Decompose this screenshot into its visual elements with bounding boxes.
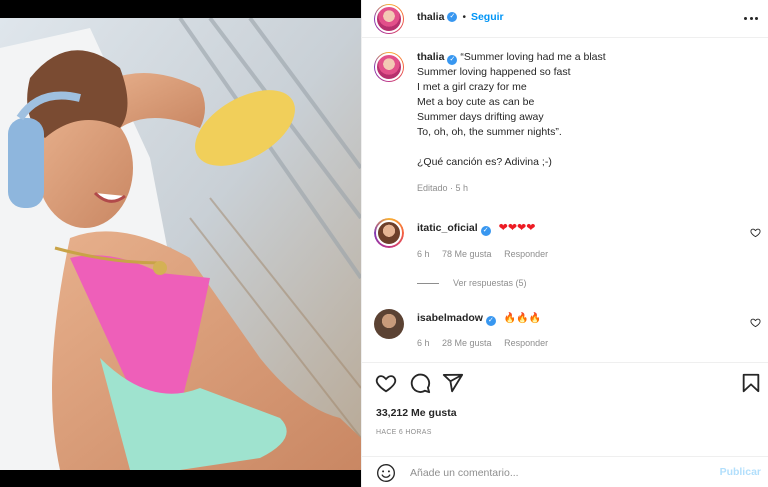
reply-button[interactable]: Responder bbox=[504, 338, 548, 348]
avatar[interactable] bbox=[374, 218, 404, 248]
comment-likes-count[interactable]: 28 Me gusta bbox=[442, 338, 492, 348]
comment-username[interactable]: isabelmadow bbox=[417, 312, 483, 324]
caption-line-4: Met a boy cute as can be bbox=[417, 96, 535, 108]
divider bbox=[362, 362, 768, 363]
post-likes-count[interactable]: 33,212 Me gusta bbox=[376, 407, 457, 419]
caption-text: thalia ✓ “Summer loving had me a blast Su… bbox=[417, 50, 747, 196]
share-icon[interactable] bbox=[442, 372, 464, 394]
caption-line-1: “Summer loving had me a blast bbox=[460, 51, 606, 63]
separator-dot: • bbox=[462, 11, 466, 23]
comment-actions: 6 h 78 Me gusta Responder bbox=[417, 249, 558, 259]
comment-actions: 6 h 28 Me gusta Responder bbox=[417, 338, 558, 348]
author-avatar[interactable] bbox=[374, 4, 404, 34]
comment-like-heart-icon[interactable] bbox=[750, 227, 761, 238]
comment-input[interactable] bbox=[410, 464, 690, 482]
comment-body: isabelmadow ✓ 🔥🔥🔥 bbox=[417, 312, 541, 326]
caption-edited-timestamp[interactable]: Editado · 5 h bbox=[417, 181, 747, 196]
post-action-bar bbox=[362, 372, 768, 396]
caption-line-6: To, oh, oh, the summer nights”. bbox=[417, 126, 562, 138]
author-username[interactable]: thalia bbox=[417, 11, 444, 23]
photo-letterbox-top bbox=[0, 0, 361, 18]
caption-author-avatar[interactable] bbox=[374, 52, 404, 82]
caption-line-5: Summer days drifting away bbox=[417, 111, 544, 123]
caption-line-3: I met a girl crazy for me bbox=[417, 81, 527, 93]
view-replies-toggle[interactable]: Ver respuestas (5) bbox=[417, 278, 527, 288]
bookmark-icon[interactable] bbox=[740, 372, 762, 394]
more-options-icon[interactable] bbox=[743, 12, 759, 24]
post-time-ago[interactable]: HACE 6 HORAS bbox=[376, 429, 432, 436]
comment-text: ❤❤❤❤ bbox=[498, 222, 536, 234]
photo-letterbox-bottom bbox=[0, 470, 361, 487]
post-photo[interactable] bbox=[0, 0, 361, 487]
comment-body: itatic_oficial ✓ ❤❤❤❤ bbox=[417, 221, 536, 236]
photo-scene bbox=[0, 18, 361, 470]
photo-illustration bbox=[0, 18, 361, 470]
reply-button[interactable]: Responder bbox=[504, 249, 548, 259]
verified-badge-icon: ✓ bbox=[447, 55, 458, 65]
comment-username[interactable]: itatic_oficial bbox=[417, 222, 478, 234]
replies-line bbox=[417, 282, 439, 284]
verified-badge-icon: ✓ bbox=[480, 226, 491, 236]
view-replies-label: Ver respuestas (5) bbox=[453, 278, 527, 288]
comment-time[interactable]: 6 h bbox=[417, 249, 430, 259]
verified-badge-icon: ✓ bbox=[485, 316, 496, 326]
comment-time[interactable]: 6 h bbox=[417, 338, 430, 348]
avatar[interactable] bbox=[374, 309, 404, 339]
publish-button[interactable]: Publicar bbox=[720, 466, 761, 478]
comment-likes-count[interactable]: 78 Me gusta bbox=[442, 249, 492, 259]
follow-button[interactable]: Seguir bbox=[471, 11, 504, 23]
verified-badge-icon: ✓ bbox=[447, 12, 458, 22]
caption-line-8: ¿Qué canción es? Adivina ;-) bbox=[417, 156, 552, 168]
emoji-icon[interactable] bbox=[376, 463, 396, 483]
divider bbox=[362, 456, 768, 457]
post-header: thalia ✓ • Seguir bbox=[362, 0, 768, 38]
comment-text: 🔥🔥🔥 bbox=[503, 313, 542, 324]
heart-icon[interactable] bbox=[375, 372, 397, 394]
add-comment-bar: Publicar bbox=[362, 458, 768, 487]
comment-like-heart-icon[interactable] bbox=[750, 317, 761, 328]
author-info: thalia ✓ • Seguir bbox=[417, 11, 504, 23]
caption-username[interactable]: thalia bbox=[417, 51, 444, 63]
comment-icon[interactable] bbox=[409, 372, 431, 394]
caption-line-2: Summer loving happened so fast bbox=[417, 66, 571, 78]
post-side-panel: thalia ✓ • Seguir thalia ✓ “Summer loving… bbox=[361, 0, 768, 487]
